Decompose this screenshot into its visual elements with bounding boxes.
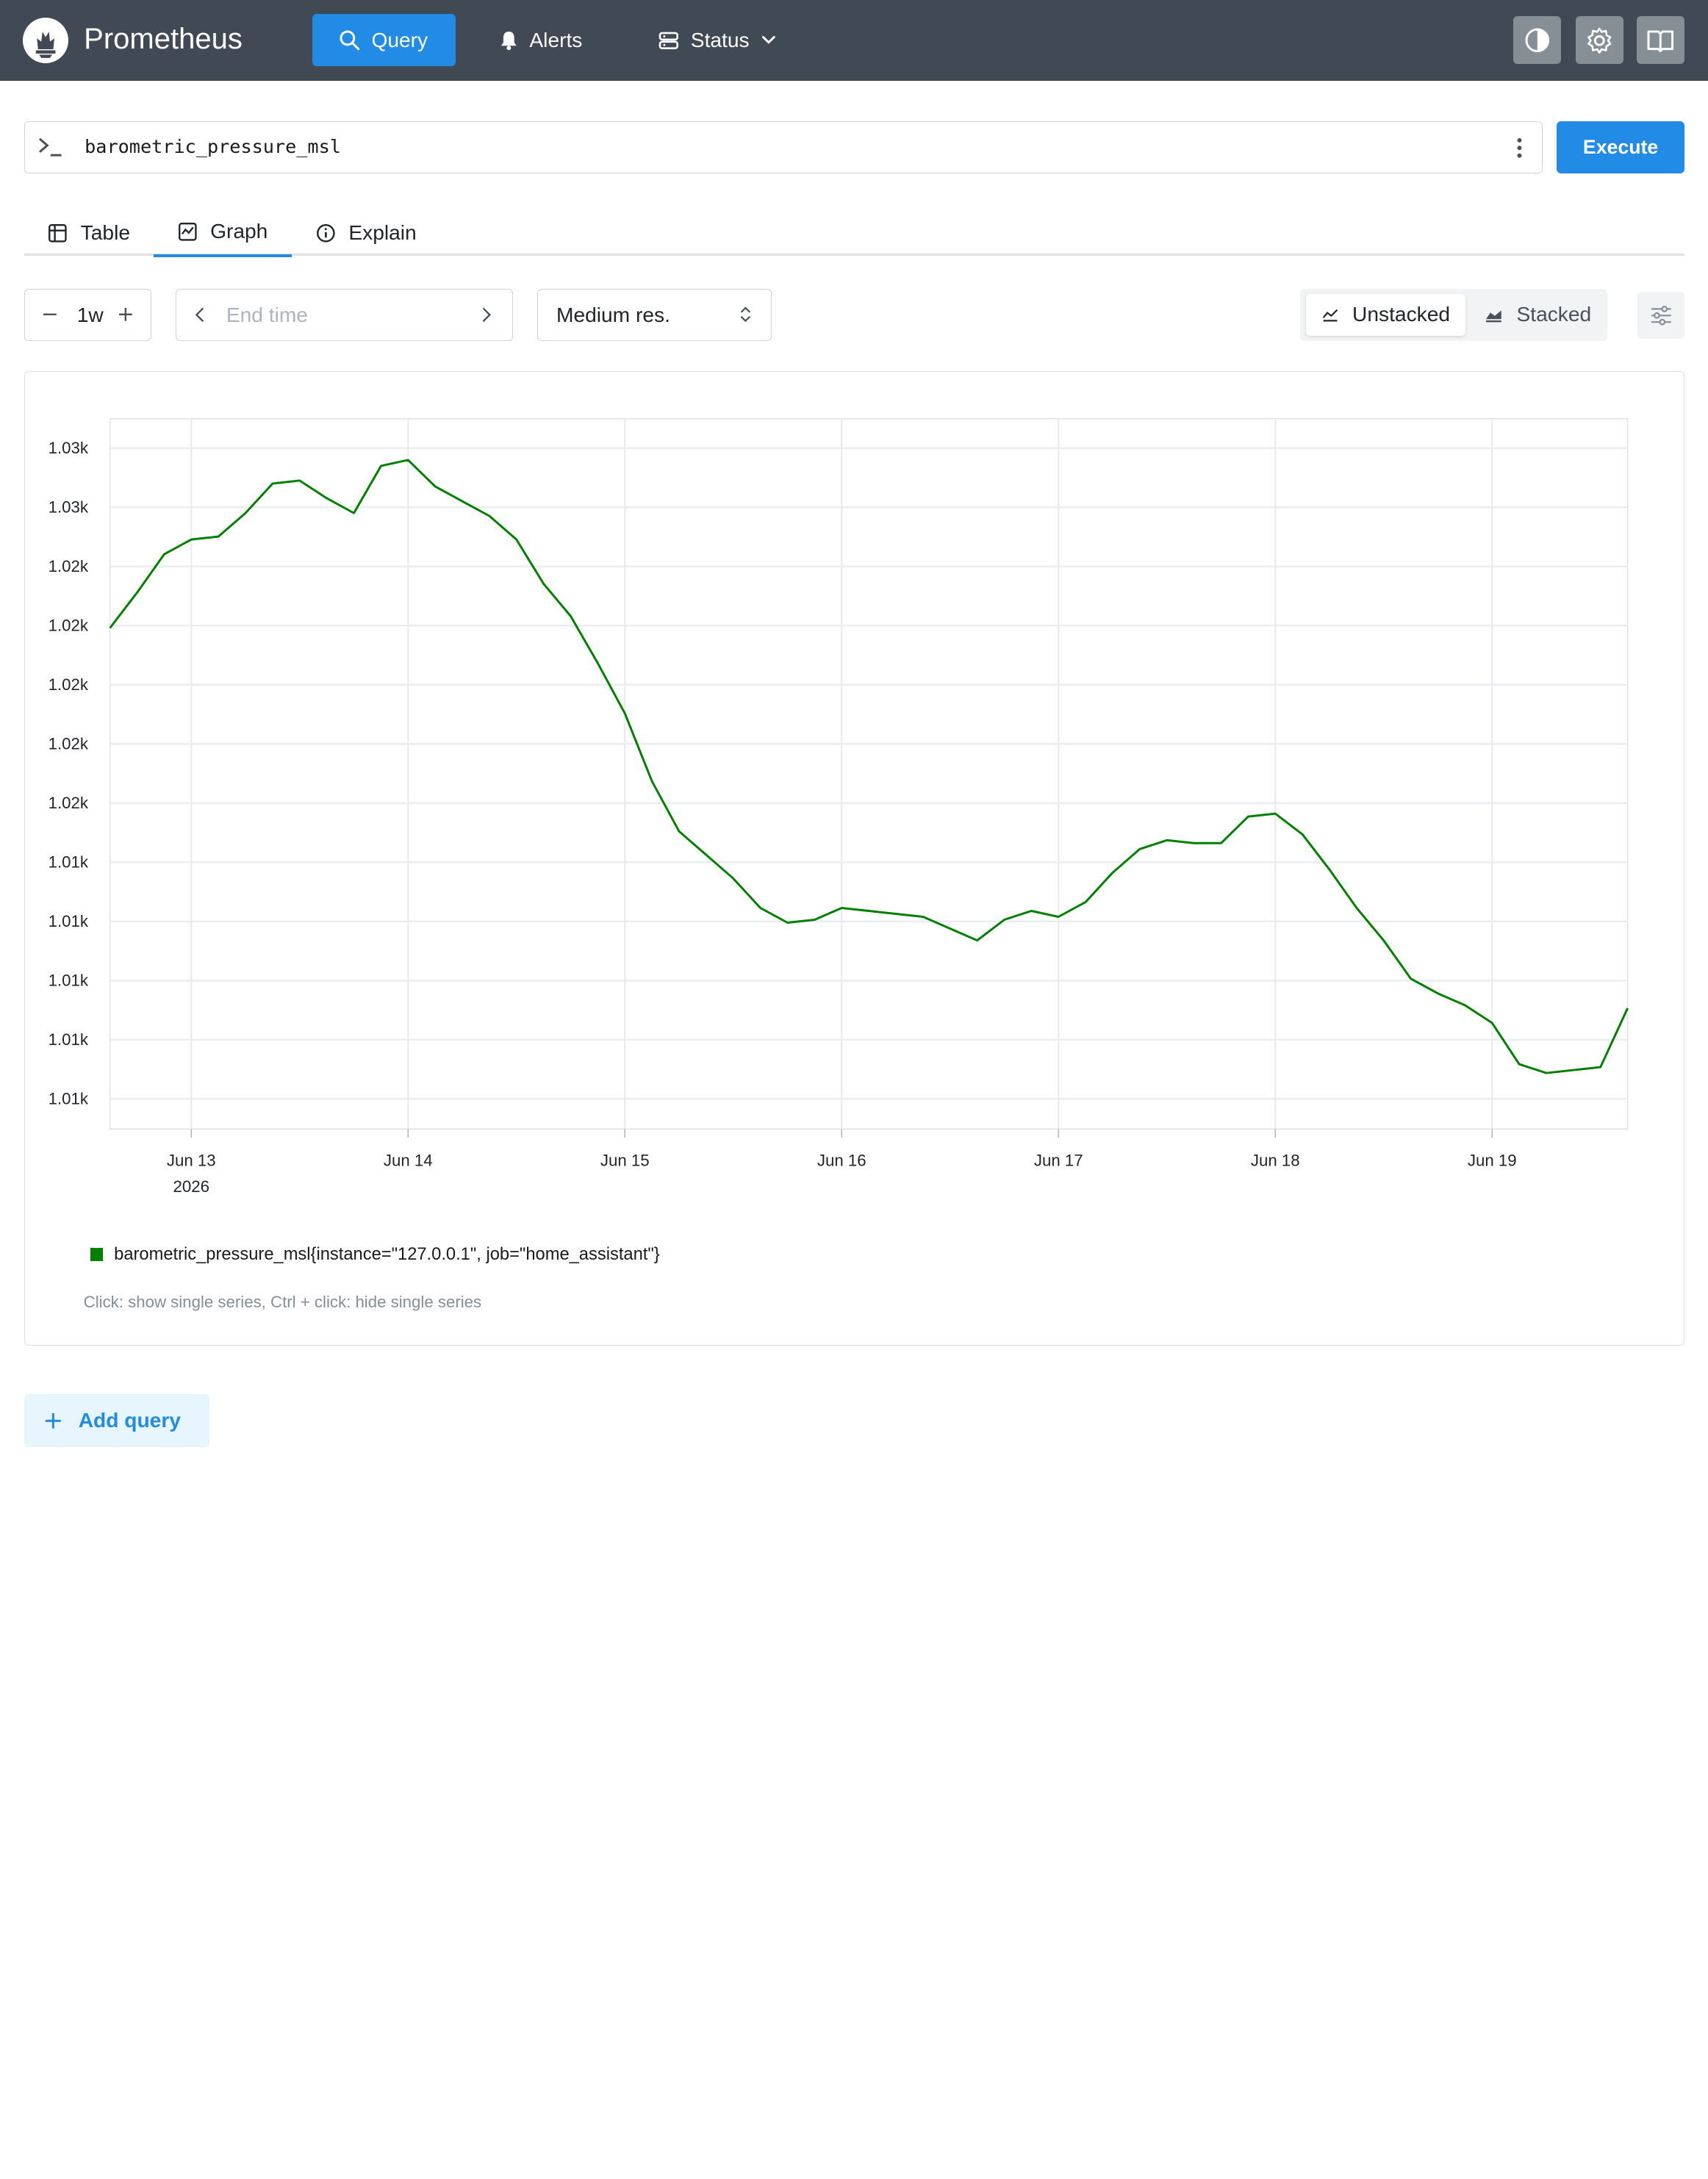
- time-series-chart[interactable]: 1.03k 1.03k 1.02k 1.02k 1.02k 1.02k 1.02k 1.01k…: [25, 372, 1683, 1232]
- x-tick-label: Jun 16: [817, 1152, 866, 1170]
- x-tick-label: Jun 18: [1250, 1152, 1299, 1170]
- y-tick-label: 1.02k: [48, 676, 88, 694]
- terminal-prompt-icon: [39, 138, 62, 157]
- book-icon: [1647, 30, 1673, 53]
- nav-alerts-button[interactable]: Alerts: [473, 14, 609, 66]
- nav-status-dropdown[interactable]: Status: [632, 14, 804, 66]
- legend-hint: Click: show single series, Ctrl + click:…: [83, 1293, 482, 1312]
- y-tick-label: 1.02k: [48, 617, 88, 635]
- plus-icon: [46, 1412, 61, 1429]
- tab-explain[interactable]: Explain: [292, 209, 440, 257]
- plus-icon[interactable]: [117, 304, 134, 326]
- search-icon: [340, 30, 360, 51]
- docs-button[interactable]: [1636, 16, 1684, 65]
- tab-graph[interactable]: Graph: [154, 209, 292, 257]
- y-tick-label: 1.01k: [48, 1090, 88, 1108]
- more-options-icon[interactable]: [1516, 136, 1523, 160]
- plot-frame: [109, 418, 1628, 1130]
- graph-panel: 1.03k 1.03k 1.02k 1.02k 1.02k 1.02k 1.02k 1.01k…: [24, 371, 1684, 1346]
- y-tick-label: 1.01k: [48, 853, 88, 872]
- nav-query-label: Query: [371, 28, 428, 51]
- gear-icon: [1587, 27, 1612, 54]
- contrast-icon: [1525, 28, 1549, 53]
- add-query-button[interactable]: Add query: [24, 1394, 209, 1447]
- y-tick-label: 1.02k: [48, 558, 88, 576]
- resolution-select[interactable]: Medium res.: [537, 288, 772, 341]
- end-time-input[interactable]: End time: [175, 288, 514, 341]
- stacked-option[interactable]: Stacked: [1468, 294, 1607, 335]
- area-chart-icon: [1485, 310, 1501, 323]
- nav-alerts-label: Alerts: [529, 28, 583, 51]
- resolution-value: Medium res.: [556, 304, 670, 327]
- chevron-down-icon: [762, 35, 776, 44]
- minus-icon[interactable]: [41, 304, 59, 326]
- end-time-placeholder: End time: [226, 304, 308, 327]
- chevron-right-icon[interactable]: [480, 305, 493, 325]
- series-legend-item[interactable]: barometric_pressure_msl{instance="127.0.…: [90, 1245, 660, 1265]
- sliders-icon: [1651, 305, 1671, 326]
- range-value[interactable]: 1w: [77, 304, 104, 327]
- chart-icon: [178, 222, 197, 241]
- y-tick-label: 1.03k: [48, 439, 88, 458]
- legend-swatch: [90, 1248, 104, 1262]
- tab-table-label: Table: [80, 221, 130, 245]
- execute-button[interactable]: Execute: [1557, 121, 1684, 173]
- x-tick-label: Jun 17: [1033, 1152, 1083, 1170]
- stacking-toggle: Unstacked Stacked: [1299, 288, 1607, 341]
- x-year-label: 2026: [173, 1178, 209, 1196]
- query-input[interactable]: barometric_pressure_msl: [24, 121, 1543, 173]
- y-tick-label: 1.02k: [48, 794, 88, 813]
- table-icon: [49, 223, 67, 243]
- server-icon: [659, 32, 679, 49]
- tab-table[interactable]: Table: [24, 209, 154, 257]
- info-icon: [316, 223, 335, 243]
- x-tick-label: Jun 14: [383, 1152, 432, 1170]
- range-input[interactable]: 1w: [24, 288, 152, 341]
- settings-button[interactable]: [1575, 16, 1623, 65]
- y-tick-label: 1.01k: [48, 913, 88, 931]
- prometheus-logo[interactable]: [23, 17, 69, 63]
- y-tick-label: 1.01k: [48, 1031, 88, 1049]
- query-expression[interactable]: barometric_pressure_msl: [85, 136, 341, 157]
- tab-graph-label: Graph: [210, 220, 268, 243]
- add-query-label: Add query: [78, 1409, 181, 1432]
- theme-toggle-button[interactable]: [1513, 16, 1562, 65]
- bell-icon: [500, 31, 517, 51]
- x-tick-label: Jun 13: [167, 1152, 216, 1170]
- graph-settings-button[interactable]: [1637, 292, 1684, 340]
- y-tick-label: 1.03k: [48, 498, 88, 517]
- chevron-left-icon[interactable]: [193, 305, 207, 325]
- x-tick-label: Jun 15: [600, 1152, 649, 1170]
- selector-icon: [740, 306, 751, 323]
- line-chart-icon: [1322, 309, 1338, 322]
- unstacked-option[interactable]: Unstacked: [1306, 294, 1465, 336]
- nav-status-label: Status: [690, 28, 750, 51]
- stacked-label: Stacked: [1516, 303, 1592, 326]
- legend-series-label: barometric_pressure_msl{instance="127.0.…: [114, 1244, 660, 1264]
- y-tick-label: 1.01k: [48, 972, 88, 990]
- nav-query-button[interactable]: Query: [312, 14, 456, 67]
- unstacked-label: Unstacked: [1352, 303, 1451, 326]
- top-navbar: Prometheus Query Alerts Status: [0, 0, 1708, 81]
- x-tick-label: Jun 19: [1467, 1152, 1516, 1170]
- app-title[interactable]: Prometheus: [84, 23, 243, 56]
- tab-explain-label: Explain: [348, 221, 417, 245]
- y-tick-label: 1.02k: [48, 735, 88, 753]
